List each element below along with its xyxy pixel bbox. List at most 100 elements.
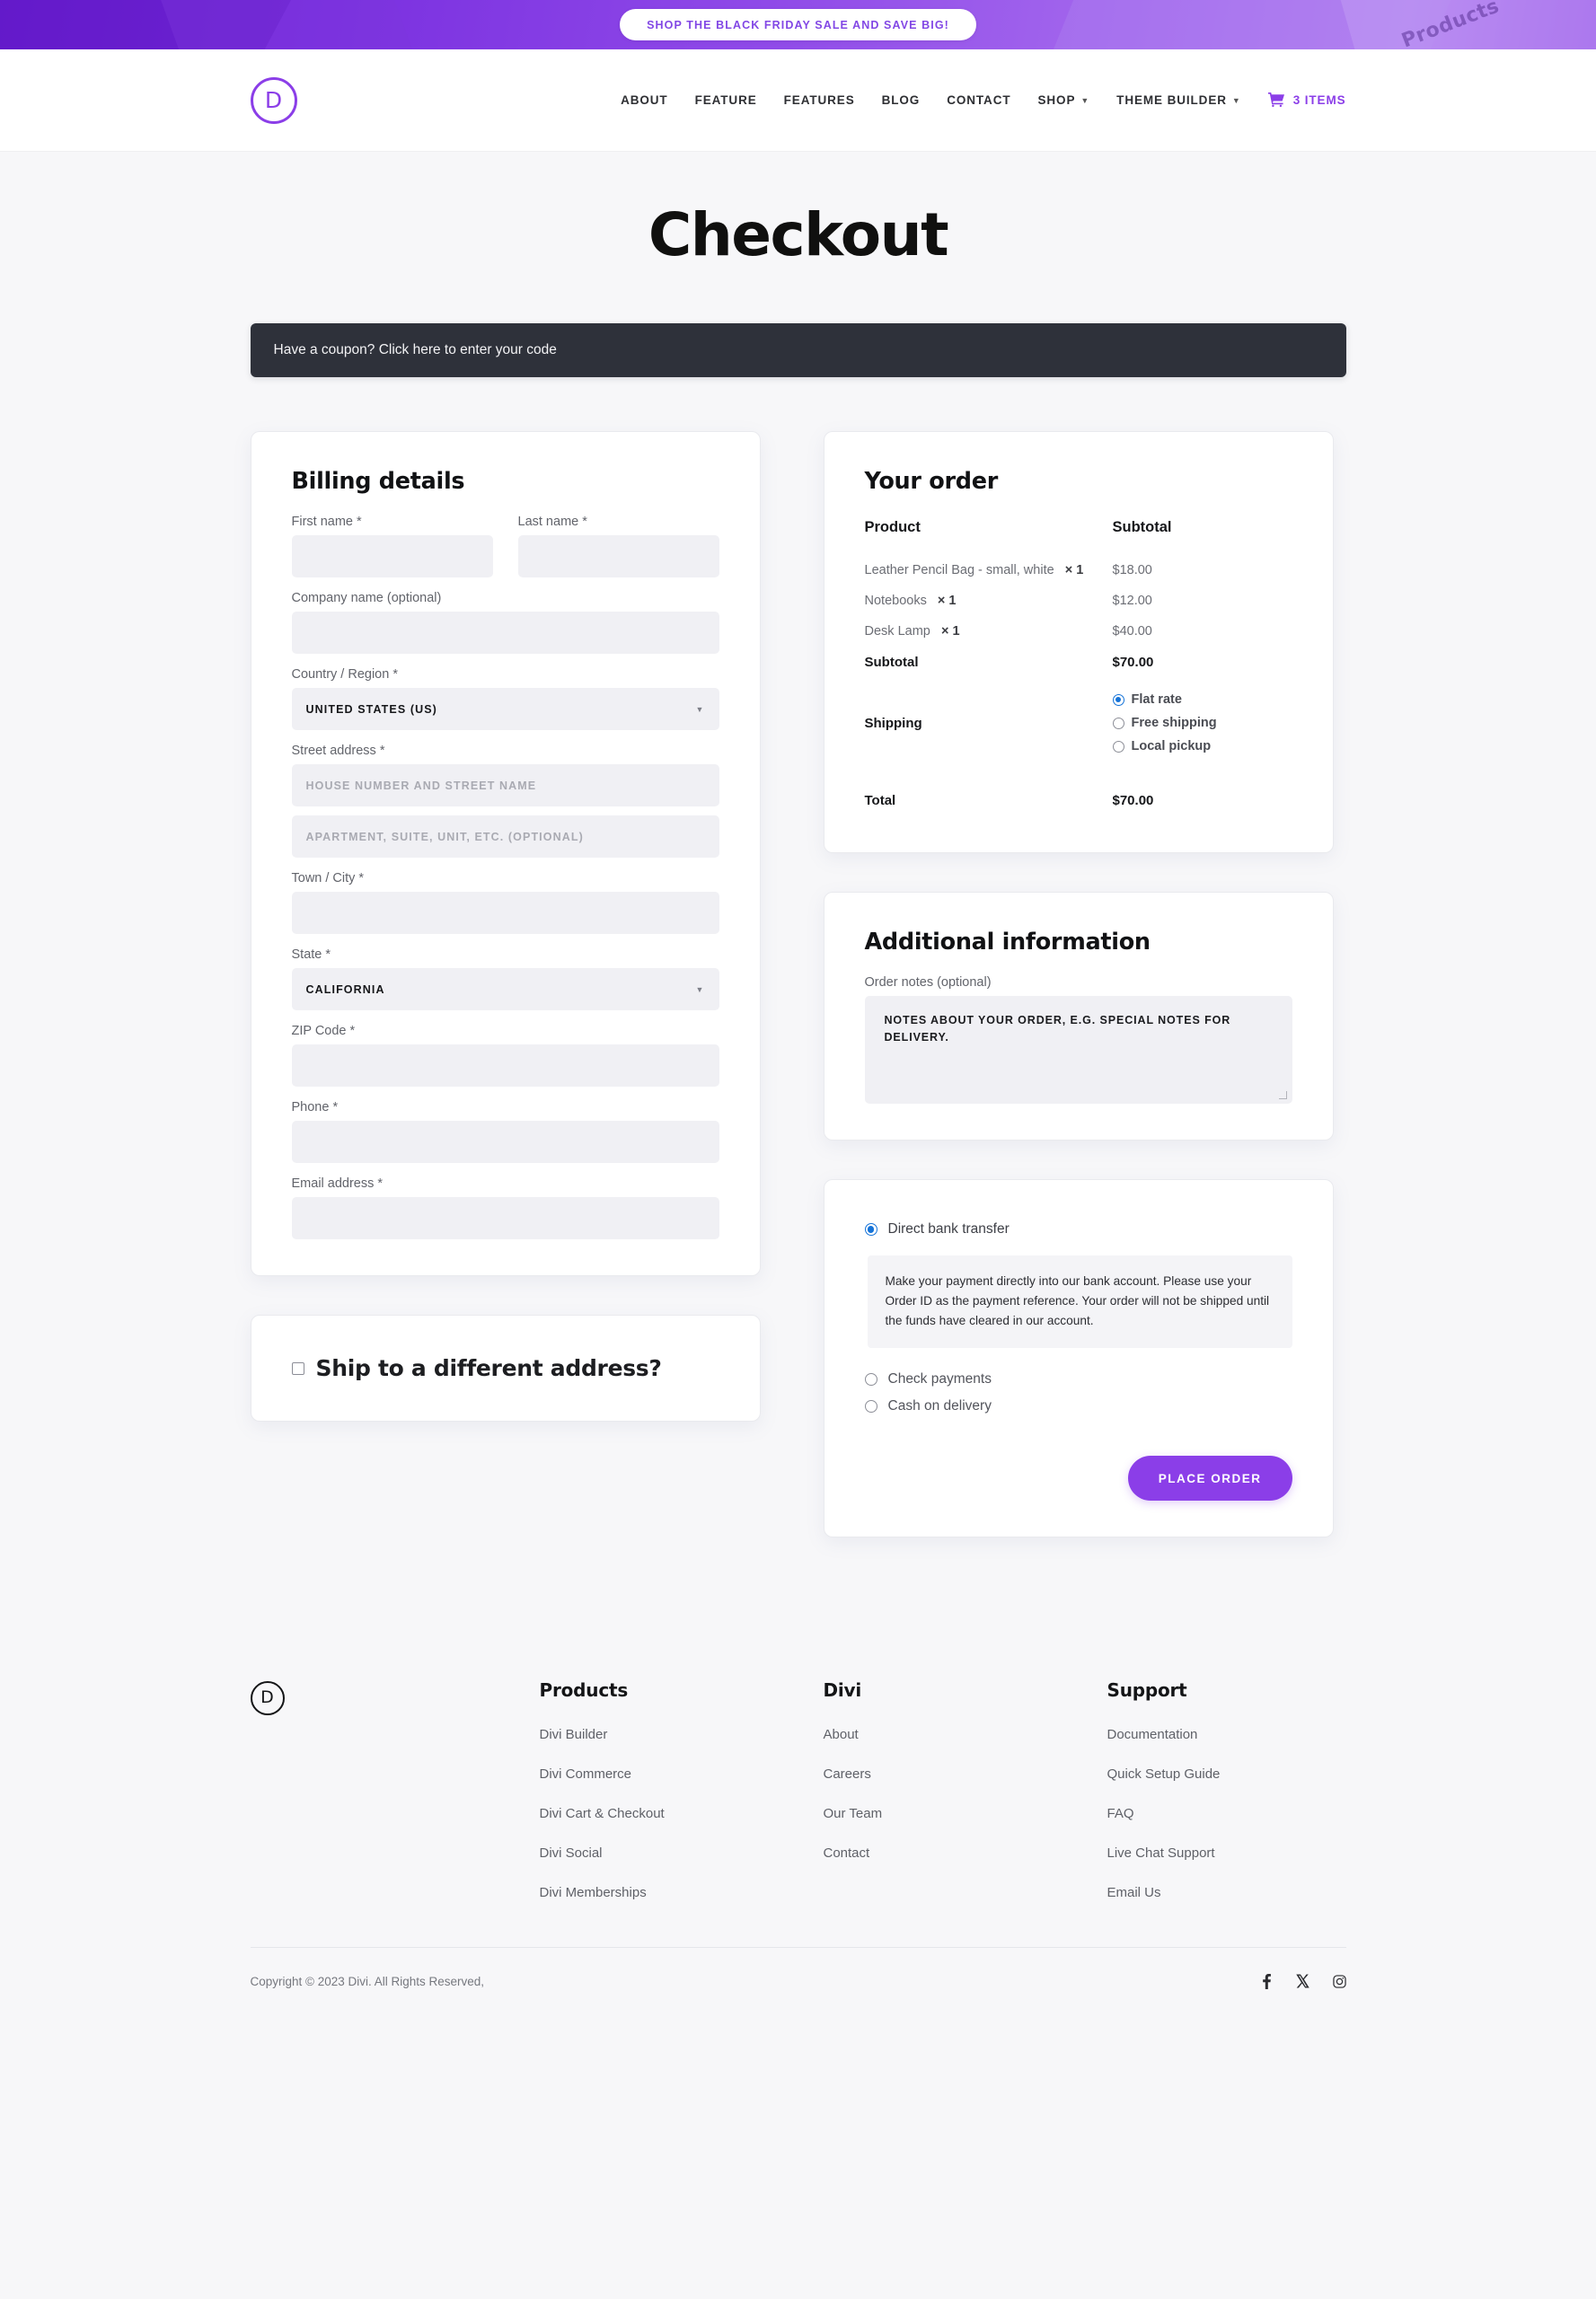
nav-label: THEME BUILDER — [1116, 93, 1227, 107]
order-notes-label: Order notes (optional) — [864, 975, 992, 990]
instagram-icon[interactable] — [1332, 1974, 1346, 1988]
zip-input[interactable] — [291, 1044, 719, 1087]
footer-link-divi-cart-checkout[interactable]: Divi Cart & Checkout — [540, 1806, 824, 1821]
footer-link-faq[interactable]: FAQ — [1107, 1806, 1391, 1821]
footer-link-divi-social[interactable]: Divi Social — [540, 1845, 824, 1861]
phone-input[interactable] — [291, 1121, 719, 1163]
shipping-option-flat-rate[interactable]: Flat rate — [1112, 692, 1292, 707]
radio-icon[interactable] — [1112, 740, 1124, 753]
order-notes-textarea[interactable]: NOTES ABOUT YOUR ORDER, E.G. SPECIAL NOT… — [864, 996, 1292, 1104]
payment-method-check-payments[interactable]: Check payments — [864, 1368, 1292, 1391]
x-twitter-icon[interactable] — [1295, 1974, 1309, 1988]
nav-label: SHOP — [1037, 93, 1076, 107]
street-address-line1-input[interactable]: HOUSE NUMBER AND STREET NAME — [291, 764, 719, 806]
social-links — [1261, 1973, 1346, 1989]
order-item-qty-value: 1 — [952, 624, 960, 639]
nav-item-blog[interactable]: BLOG — [882, 93, 921, 107]
payment-method-label: Check payments — [887, 1370, 992, 1387]
nav-label: BLOG — [881, 93, 921, 107]
coupon-notice[interactable]: Have a coupon? Click here to enter your … — [250, 323, 1346, 377]
shipping-option-free-shipping[interactable]: Free shipping — [1112, 716, 1292, 730]
footer-heading-divi: Divi — [823, 1678, 862, 1701]
ship-to-different-address-toggle[interactable]: Ship to a different address? — [291, 1355, 719, 1381]
payment-method-description: Make your payment directly into our bank… — [867, 1255, 1292, 1348]
nav-item-about[interactable]: ABOUT — [621, 93, 668, 107]
footer-link-quick-setup-guide[interactable]: Quick Setup Guide — [1107, 1766, 1391, 1782]
nav-item-theme-builder[interactable]: THEME BUILDER ▼ — [1116, 93, 1241, 107]
main-navigation: ABOUT FEATURE FEATURES BLOG CONTACT SHOP… — [621, 92, 1345, 110]
nav-item-contact[interactable]: CONTACT — [947, 93, 1010, 107]
last-name-input[interactable] — [517, 535, 719, 577]
state-selected-value: CALIFORNIA — [305, 982, 385, 996]
payment-method-label: Cash on delivery — [887, 1397, 992, 1414]
footer-link-live-chat-support[interactable]: Live Chat Support — [1107, 1845, 1391, 1861]
place-order-button[interactable]: PLACE ORDER — [1127, 1455, 1292, 1501]
first-name-field-group: First name * — [291, 515, 493, 577]
your-order-card: Your order Product Subtotal Leather Penc… — [823, 431, 1334, 853]
table-header-row: Product Subtotal — [865, 515, 1292, 555]
street-address-field-group: Street address * HOUSE NUMBER AND STREET… — [291, 744, 719, 858]
subtotal-value: $70.00 — [1112, 655, 1154, 670]
footer-link-email-us[interactable]: Email Us — [1107, 1885, 1391, 1900]
email-input[interactable] — [291, 1197, 719, 1239]
company-field-group: Company name (optional) — [291, 591, 719, 654]
order-notes-placeholder: NOTES ABOUT YOUR ORDER, E.G. SPECIAL NOT… — [884, 1014, 1231, 1044]
payment-methods-card: Direct bank transfer Make your payment d… — [823, 1179, 1334, 1537]
footer-heading-products: Products — [539, 1678, 629, 1701]
resize-handle-icon[interactable] — [1278, 1091, 1287, 1099]
shopping-cart-icon — [1267, 92, 1285, 110]
nav-item-shop[interactable]: SHOP ▼ — [1038, 93, 1090, 107]
footer-link-our-team[interactable]: Our Team — [824, 1806, 1107, 1821]
footer-link-divi-builder[interactable]: Divi Builder — [540, 1727, 824, 1742]
radio-icon[interactable] — [864, 1399, 877, 1413]
footer-link-documentation[interactable]: Documentation — [1107, 1727, 1391, 1742]
cart-items-count: 3 ITEMS — [1292, 93, 1346, 107]
email-field-group: Email address * — [291, 1176, 719, 1239]
subtotal-label: Subtotal — [864, 655, 919, 670]
shipping-option-label: Free shipping — [1131, 716, 1217, 730]
order-summary-table: Product Subtotal Leather Pencil Bag - sm… — [865, 515, 1292, 816]
shipping-row: Shipping Flat rate Free shipping Local p… — [865, 678, 1292, 770]
additional-information-title: Additional information — [864, 929, 1151, 956]
city-input[interactable] — [291, 892, 719, 934]
company-input[interactable] — [291, 612, 719, 654]
order-item-qty: × 1 — [1064, 563, 1084, 577]
last-name-field-group: Last name * — [517, 515, 719, 577]
footer-link-careers[interactable]: Careers — [824, 1766, 1107, 1782]
phone-label: Phone * — [291, 1100, 339, 1114]
country-selected-value: UNITED STATES (US) — [305, 702, 437, 716]
facebook-icon[interactable] — [1261, 1973, 1273, 1989]
radio-icon[interactable] — [1112, 693, 1124, 706]
site-logo[interactable]: D — [250, 76, 297, 124]
order-item-name: Desk Lamp — [864, 624, 930, 639]
street-address-line2-input[interactable]: APARTMENT, SUITE, UNIT, ETC. (OPTIONAL) — [291, 815, 719, 858]
state-select[interactable]: CALIFORNIA ▼ — [291, 968, 719, 1010]
zip-label: ZIP Code * — [291, 1024, 356, 1038]
checkbox-icon[interactable] — [291, 1361, 304, 1375]
nav-label: CONTACT — [947, 93, 1011, 107]
billing-column: Billing details First name * Last name *… — [250, 431, 761, 1460]
footer-logo[interactable]: D — [250, 1680, 285, 1715]
table-row: Desk Lamp × 1 $40.00 — [865, 616, 1292, 647]
footer-link-contact[interactable]: Contact — [824, 1845, 1107, 1861]
radio-icon[interactable] — [864, 1223, 877, 1236]
first-name-input[interactable] — [291, 535, 493, 577]
order-item-name-qty: Desk Lamp × 1 — [865, 616, 1113, 647]
radio-icon[interactable] — [1112, 717, 1124, 729]
footer-link-divi-memberships[interactable]: Divi Memberships — [540, 1885, 824, 1900]
black-friday-sale-button[interactable]: SHOP THE BLACK FRIDAY SALE AND SAVE BIG! — [620, 9, 976, 40]
footer-logo-column: D — [250, 1679, 540, 1925]
footer-link-about[interactable]: About — [824, 1727, 1107, 1742]
nav-item-feature[interactable]: FEATURE — [695, 93, 757, 107]
cart-link[interactable]: 3 ITEMS — [1267, 92, 1346, 110]
shipping-option-local-pickup[interactable]: Local pickup — [1112, 739, 1292, 753]
nav-item-features[interactable]: FEATURES — [784, 93, 855, 107]
radio-icon[interactable] — [864, 1372, 877, 1386]
footer-link-divi-commerce[interactable]: Divi Commerce — [540, 1766, 824, 1782]
city-field-group: Town / City * — [291, 871, 719, 934]
payment-method-direct-bank-transfer[interactable]: Direct bank transfer — [864, 1218, 1292, 1241]
company-label: Company name (optional) — [291, 591, 442, 605]
country-select[interactable]: UNITED STATES (US) ▼ — [291, 688, 719, 730]
announcement-bar: Products SHOP THE BLACK FRIDAY SALE AND … — [0, 0, 1596, 49]
payment-method-cash-on-delivery[interactable]: Cash on delivery — [864, 1395, 1292, 1418]
